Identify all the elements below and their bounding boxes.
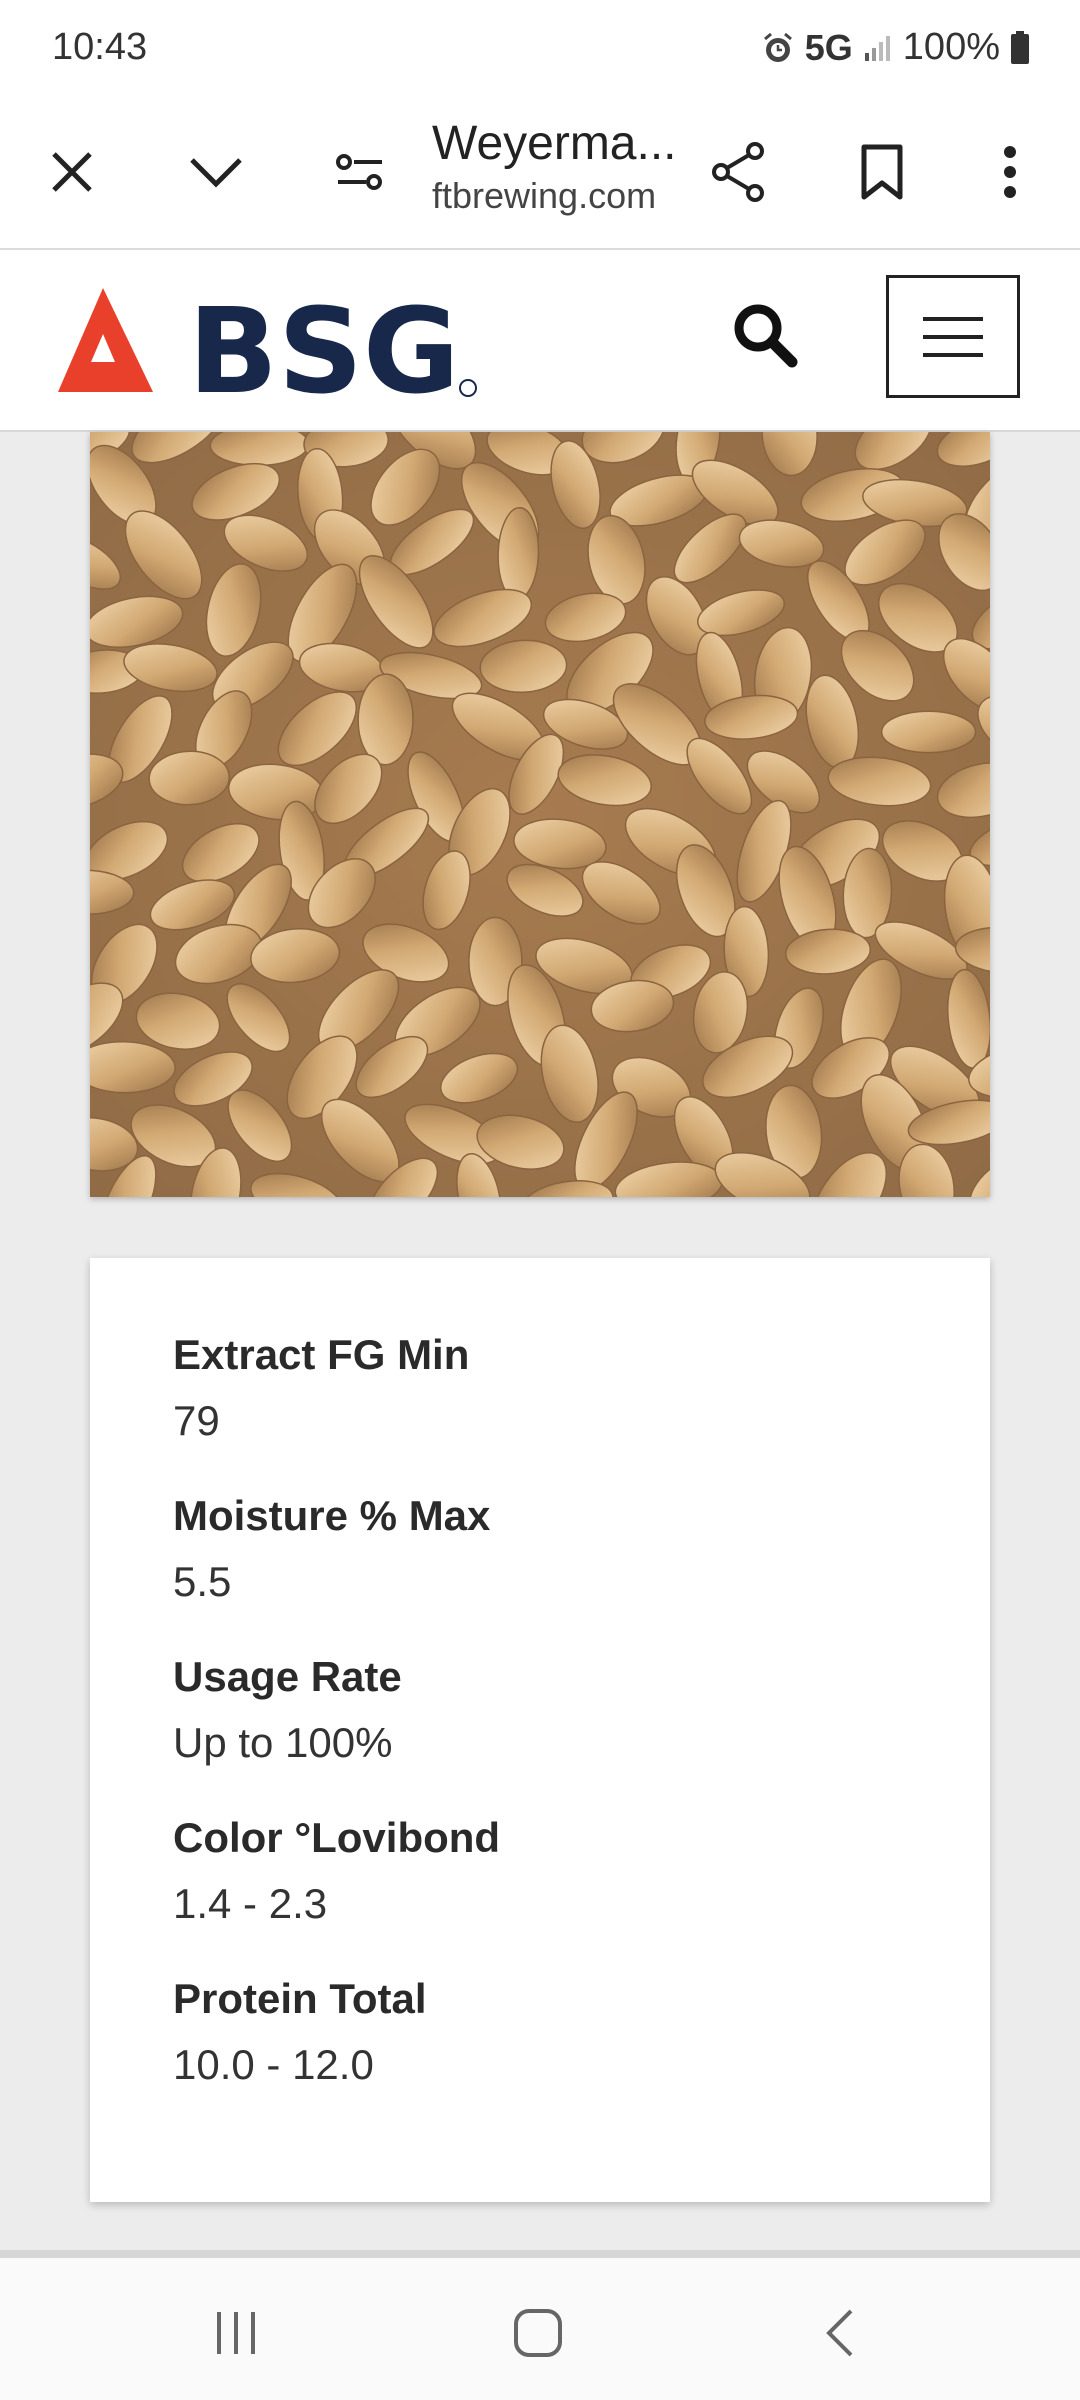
grain-kernel [880,710,977,754]
status-time: 10:43 [52,26,148,68]
close-icon [52,152,92,192]
back-icon [826,2309,853,2357]
bookmark-button[interactable] [846,136,918,208]
spec-label: Color °Lovibond [173,1814,501,1861]
more-options-button[interactable] [974,136,1046,208]
spec-label: Usage Rate [173,1653,402,1700]
search-button[interactable] [730,300,800,375]
battery-level: 100% [902,26,1000,68]
home-icon [514,2309,562,2357]
specs-card: Extract FG Min 79 Moisture % Max 5.5 Usa… [90,1258,990,2202]
logo-text: BSG [188,284,460,404]
spec-item: Moisture % Max 5.5 [173,1489,990,1611]
spec-item: Usage Rate Up to 100% [173,1650,990,1772]
site-settings-button[interactable] [324,136,396,208]
spec-value: 79 [173,1397,220,1444]
bsg-logo[interactable]: BSG [58,284,488,404]
signal-icon [864,35,890,61]
spec-item: Protein Total 10.0 - 12.0 [173,1972,990,2094]
site-settings-icon [336,154,382,190]
home-button[interactable] [498,2298,578,2368]
alarm-icon [763,32,792,62]
more-vert-icon [1004,146,1016,198]
minimize-tab-button[interactable] [180,136,252,208]
search-icon [734,304,798,368]
spec-value: 1.4 - 2.3 [173,1880,328,1927]
url-display[interactable]: Weyerma... ftbrewing.com [432,116,692,217]
spec-label: Extract FG Min [173,1331,470,1378]
network-type: 5G [804,26,853,68]
close-tab-button[interactable] [36,136,108,208]
recent-apps-icon [217,2312,255,2354]
menu-button[interactable] [886,275,1020,398]
system-nav-bar [0,2258,1080,2400]
spec-item: Extract FG Min 79 [173,1328,990,1450]
page-title: Weyerma... [432,117,677,170]
back-button[interactable] [800,2298,880,2368]
product-image [90,432,990,1197]
page-bottom-divider [0,2250,1080,2258]
share-button[interactable] [702,136,774,208]
spec-label: Moisture % Max [173,1492,491,1539]
spec-item: Color °Lovibond 1.4 - 2.3 [173,1811,990,1933]
status-indicators: 5G 100% [761,26,1030,69]
browser-toolbar: Weyerma... ftbrewing.com [0,98,1080,250]
bookmark-icon [861,144,903,200]
share-icon [712,142,764,202]
grain-kernel [357,673,414,766]
spec-label: Protein Total [173,1975,427,2022]
chevron-down-icon [190,158,242,188]
recent-apps-button[interactable] [196,2298,276,2368]
page-domain: ftbrewing.com [432,175,657,216]
hamburger-line [923,352,983,357]
battery-icon [1011,30,1029,64]
spec-value: Up to 100% [173,1719,393,1766]
spec-value: 5.5 [173,1558,232,1605]
spec-value: 10.0 - 12.0 [173,2041,374,2088]
hamburger-line [923,334,983,339]
grain-photo [90,432,990,1197]
hamburger-line [923,316,983,321]
status-bar: 10:43 5G 100% [0,0,1080,98]
